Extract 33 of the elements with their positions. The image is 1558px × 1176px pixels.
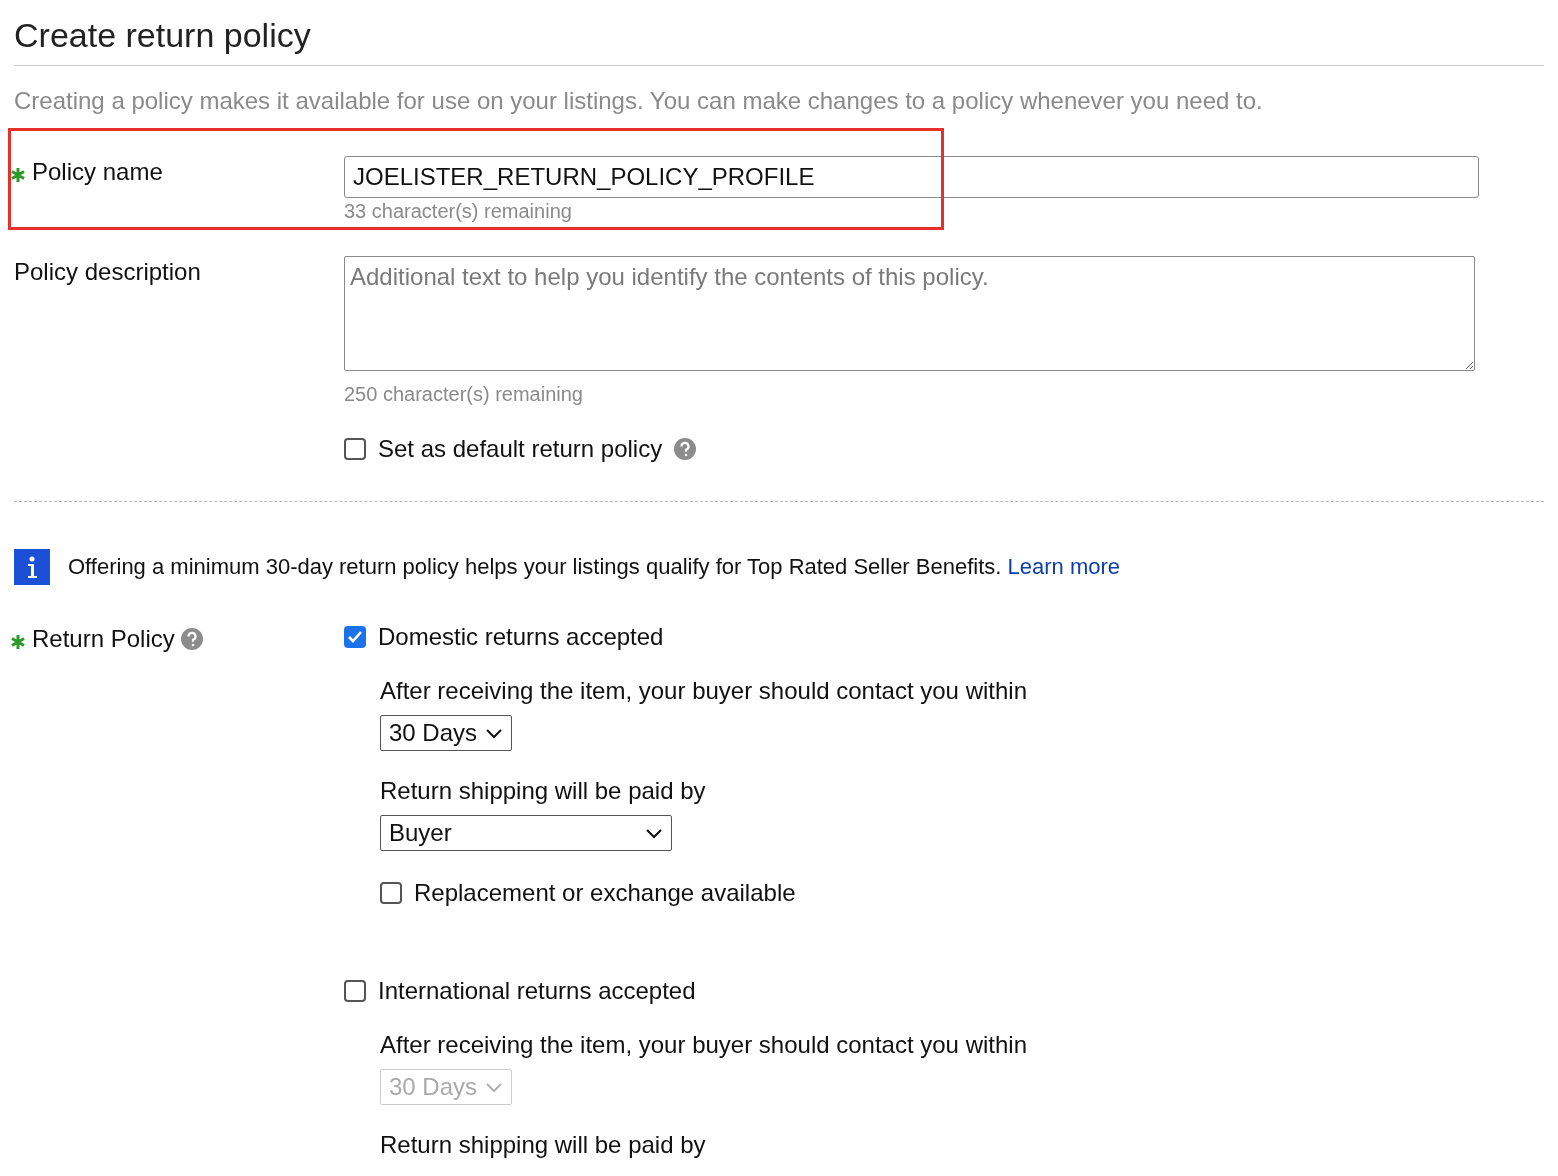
field-label: Return shipping will be paid by — [380, 1131, 707, 1159]
field-label: After receiving the item, your buyer should contact you within — [380, 677, 1028, 705]
help-icon[interactable] — [180, 628, 203, 650]
info-icon — [14, 549, 50, 585]
checkmark-icon — [347, 630, 363, 644]
help-icon[interactable] — [674, 438, 697, 460]
page-title: Create return policy — [14, 15, 312, 56]
checkbox-label: Domestic returns accepted — [378, 623, 664, 651]
policy-description-field[interactable]: Additional text to help you identify the contents of this policy. — [344, 256, 1475, 371]
field-label: Return shipping will be paid by — [380, 777, 707, 805]
checkbox-label: Set as default return policy — [378, 435, 663, 463]
checkbox[interactable] — [344, 626, 366, 648]
field-label: Policy name — [32, 158, 163, 186]
field-label: After receiving the item, your buyer should contact you within — [380, 1031, 1028, 1059]
payer-dropdown[interactable]: Buyer — [380, 815, 672, 851]
remaining-count: 33 character(s) remaining — [344, 199, 573, 224]
chevron-icon — [485, 1081, 504, 1093]
days-dropdown[interactable]: 30 Days — [380, 715, 513, 751]
intro-text: Creating a policy makes it available for use on your listings. You can make changes to a policy whenever you need to. — [14, 86, 1264, 116]
chevron-icon — [645, 827, 663, 839]
policy-name-field[interactable]: JOELISTER_RETURN_POLICY_PROFILE — [344, 156, 1479, 198]
checkbox[interactable] — [344, 438, 366, 460]
required-asterisk-icon — [10, 634, 26, 650]
notice-text: Offering a minimum 30-day return policy helps your listings qualify for Top Rated Seller Benefits. Learn more — [68, 554, 1121, 580]
required-asterisk-icon — [10, 167, 26, 183]
chevron-icon — [485, 727, 504, 739]
remaining-count: 250 character(s) remaining — [344, 382, 584, 407]
learn-more-link[interactable]: Learn more — [1007, 554, 1121, 579]
field-label: Return Policy — [32, 625, 175, 653]
field-label: Policy description — [14, 258, 201, 286]
checkbox-label: Replacement or exchange available — [414, 879, 796, 907]
checkbox[interactable] — [380, 882, 402, 904]
checkbox-label: International returns accepted — [378, 977, 696, 1005]
